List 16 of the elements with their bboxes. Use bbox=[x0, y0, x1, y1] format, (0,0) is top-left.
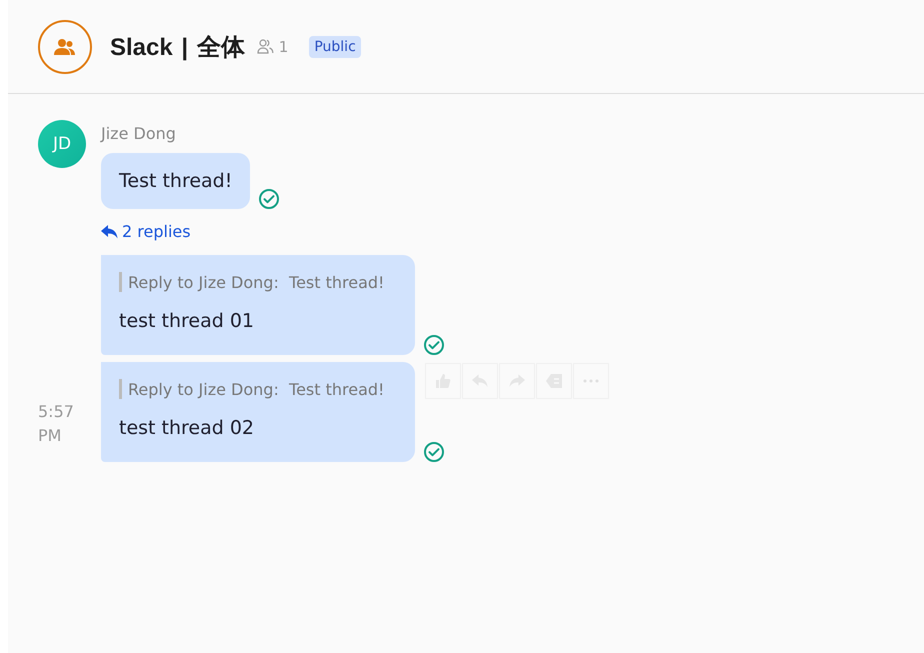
reply-text: test thread 02 bbox=[119, 417, 256, 439]
channel-title: Slack | 全体 bbox=[110, 32, 245, 62]
reply-text: test thread 01 bbox=[119, 310, 256, 332]
public-badge: Public bbox=[309, 36, 361, 58]
members-icon bbox=[256, 39, 274, 54]
replies-link[interactable]: 2 replies bbox=[101, 222, 191, 241]
reply-icon bbox=[101, 224, 118, 238]
author-name: Jize Dong bbox=[101, 124, 176, 143]
quoted-reply: Reply to Jize Dong: Test thread! bbox=[128, 380, 384, 398]
message-bubble: Test thread! bbox=[101, 153, 250, 209]
more-button[interactable] bbox=[573, 363, 609, 399]
message-time: 5:57 PM bbox=[38, 401, 74, 447]
quoted-reply: Reply to Jize Dong: Test thread! bbox=[128, 272, 384, 292]
user-avatar: JD bbox=[38, 120, 86, 168]
users-icon bbox=[54, 38, 76, 56]
member-count: 1 bbox=[278, 38, 288, 56]
